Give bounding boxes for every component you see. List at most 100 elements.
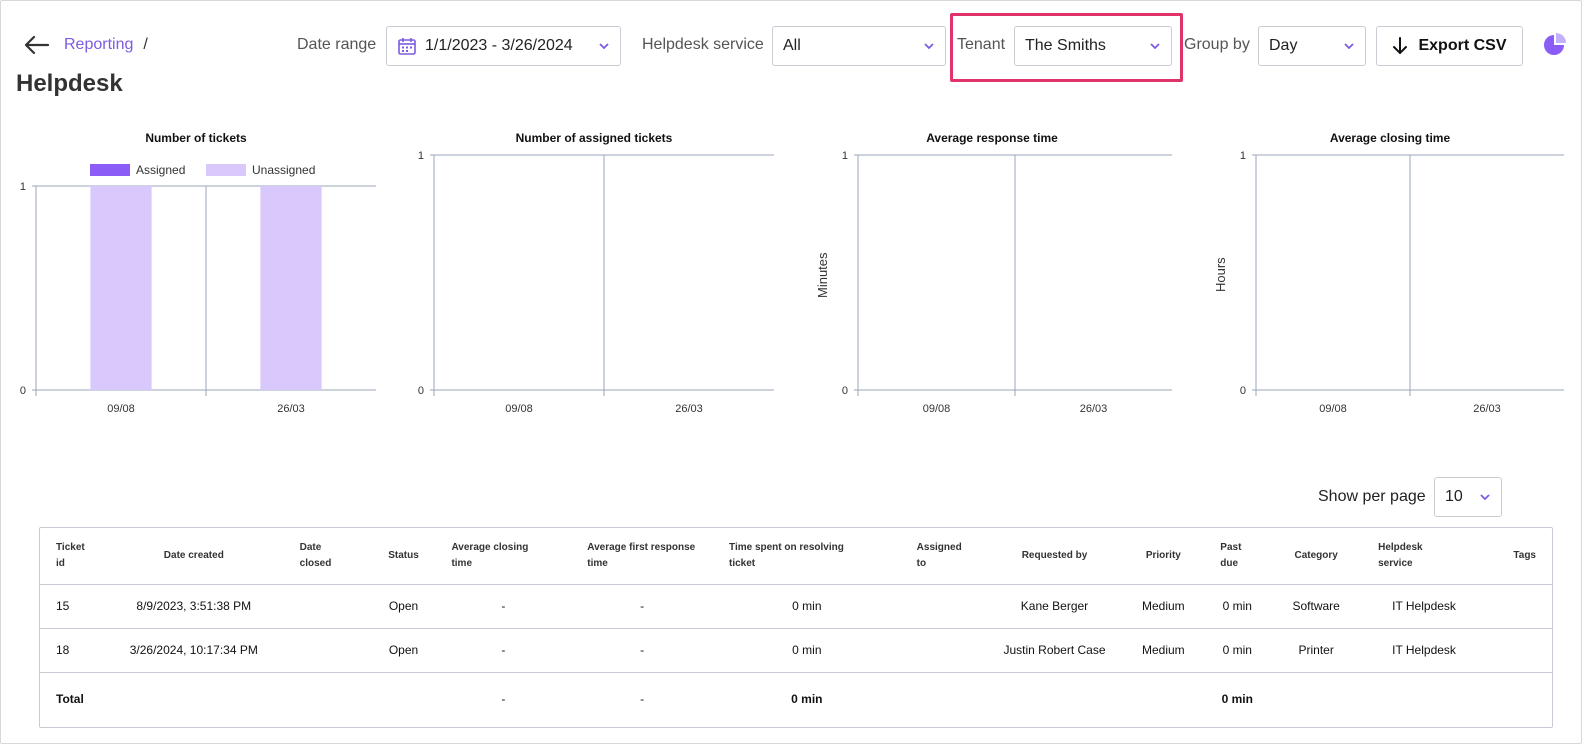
- column-header[interactable]: Past due: [1204, 528, 1271, 585]
- table-cell: 3/26/2024, 10:17:34 PM: [103, 628, 284, 673]
- column-header-text: time: [451, 557, 473, 569]
- export-csv-button[interactable]: Export CSV: [1376, 26, 1523, 66]
- table-cell: [1485, 584, 1552, 629]
- column-header[interactable]: Assigned to: [900, 528, 987, 585]
- x-tick-label: 26/03: [1473, 403, 1501, 415]
- column-header-text: Tags: [1513, 549, 1536, 561]
- table-total-cell: Total: [56, 691, 84, 706]
- table-total-cell: [104, 672, 284, 726]
- table-cell: 0 min: [1204, 628, 1271, 673]
- table-cell: IT Helpdesk: [1362, 628, 1486, 673]
- column-header-text: id: [56, 557, 65, 569]
- tenant-label: Tenant: [957, 36, 1006, 53]
- x-tick-label: 26/03: [277, 403, 305, 415]
- table-total-cell: [987, 672, 1123, 726]
- breadcrumb: Reporting /: [64, 36, 148, 54]
- column-header-text: Time spent on resolving: [729, 541, 844, 553]
- column-header-text: Category: [1294, 549, 1338, 561]
- per-page-select[interactable]: 10: [1434, 477, 1502, 517]
- chart-number-of-assigned-tickets: 0 1 09/08 26/03: [418, 150, 774, 415]
- group-by-label: Group by: [1184, 36, 1250, 53]
- legend-swatch: [90, 164, 130, 176]
- bar: [260, 186, 322, 390]
- table-total-cell: -: [501, 691, 506, 706]
- column-header[interactable]: Category: [1270, 528, 1363, 585]
- table-row[interactable]: 15 8/9/2023, 3:51:38 PM Open - -0 min Kane Be…: [40, 584, 1552, 629]
- x-tick-label: 09/08: [923, 403, 951, 415]
- table-cell: [900, 628, 987, 673]
- table-cell: Medium: [1122, 628, 1205, 673]
- column-header-text: time: [587, 557, 608, 569]
- chevron-down-icon: [1150, 43, 1160, 50]
- column-header-text: Ticket: [56, 541, 85, 553]
- column-header[interactable]: Helpdesk service: [1362, 528, 1486, 585]
- chart-average-response-time: 0 1 09/08 26/03: [842, 150, 1172, 415]
- table-cell: [900, 584, 987, 629]
- x-tick-label: 26/03: [675, 403, 703, 415]
- table-cell: 0 min: [713, 584, 901, 629]
- table-header-row: Ticket id Date created Date closed Status Aver…: [40, 528, 1552, 585]
- x-tick-label: 09/08: [1319, 403, 1347, 415]
- breadcrumb-reporting-link[interactable]: Reporting: [64, 36, 133, 53]
- tickets-table-container: Ticket id Date created Date closed Status Aver…: [39, 527, 1553, 728]
- date-range-picker[interactable]: 1/1/2023 - 3/26/2024: [386, 26, 621, 66]
- column-header-text: ticket: [729, 557, 756, 569]
- back-arrow-icon[interactable]: [22, 34, 50, 56]
- legend-label: Assigned: [136, 163, 185, 177]
- table-cell: -: [435, 628, 572, 673]
- table-cell: [283, 628, 372, 673]
- date-range-label: Date range: [297, 36, 377, 53]
- helpdesk-service-value: All: [783, 37, 801, 54]
- export-csv-label: Export CSV: [1418, 37, 1507, 54]
- column-header[interactable]: Status: [371, 528, 436, 585]
- table-total-cell: -: [640, 691, 645, 706]
- group-by-select[interactable]: Day: [1258, 26, 1366, 66]
- column-header-text: Past: [1220, 541, 1242, 553]
- column-header[interactable]: Tags: [1485, 528, 1552, 585]
- column-header-text: Assigned: [916, 541, 962, 553]
- table-cell: IT Helpdesk: [1362, 584, 1486, 629]
- column-header-text: Average first response: [587, 541, 696, 553]
- breadcrumb-separator: /: [143, 36, 148, 53]
- helpdesk-service-label: Helpdesk service: [642, 36, 764, 53]
- chart-title: Number of tickets: [145, 131, 247, 145]
- column-header[interactable]: Time spent on resolving ticket: [713, 528, 901, 585]
- column-header[interactable]: Average closing time: [435, 528, 572, 585]
- table-total-cell: 0 min: [791, 691, 823, 706]
- table-cell: -: [435, 584, 572, 629]
- y-tick-label: 0: [418, 385, 424, 397]
- legend-label: Unassigned: [252, 163, 315, 177]
- table-cell: [1485, 628, 1552, 673]
- table-cell: Open: [371, 584, 436, 629]
- table-cell: 15: [40, 584, 104, 629]
- column-header[interactable]: Date closed: [283, 528, 372, 585]
- table-cell: Open: [371, 628, 436, 673]
- pie-chart-icon[interactable]: [1542, 33, 1566, 57]
- calendar-icon: [398, 38, 416, 55]
- column-header-text: Average closing: [451, 541, 529, 553]
- y-tick-label: 1: [842, 150, 848, 162]
- group-by-value: Day: [1269, 37, 1298, 54]
- chart-average-closing-time: 0 1 09/08 26/03: [1240, 150, 1564, 415]
- x-tick-label: 26/03: [1080, 403, 1108, 415]
- column-header[interactable]: Ticket id: [40, 528, 104, 585]
- bar: [90, 186, 152, 390]
- column-header-text: due: [1220, 557, 1239, 569]
- chart-number-of-tickets: 0 1 09/08 26/03 Assigned Unassigned: [20, 163, 376, 415]
- helpdesk-service-select[interactable]: All: [772, 26, 946, 66]
- tenant-select[interactable]: The Smiths: [1014, 26, 1172, 66]
- column-header-text: service: [1378, 557, 1413, 569]
- column-header[interactable]: Average first response time: [571, 528, 714, 585]
- table-cell: [283, 584, 372, 629]
- table-total-cell: [372, 672, 436, 726]
- y-tick-label: 0: [20, 385, 26, 397]
- column-header[interactable]: Date created: [103, 528, 284, 585]
- per-page-value: 10: [1445, 488, 1463, 505]
- column-header[interactable]: Priority: [1122, 528, 1205, 585]
- table-cell: -: [571, 584, 714, 629]
- table-total-cell: [1362, 672, 1486, 726]
- table-row[interactable]: 18 3/26/2024, 10:17:34 PM Open - -0 min Justi…: [40, 628, 1552, 673]
- page-title: Helpdesk: [16, 70, 123, 97]
- column-header[interactable]: Requested by: [986, 528, 1123, 585]
- chevron-down-icon: [924, 43, 934, 50]
